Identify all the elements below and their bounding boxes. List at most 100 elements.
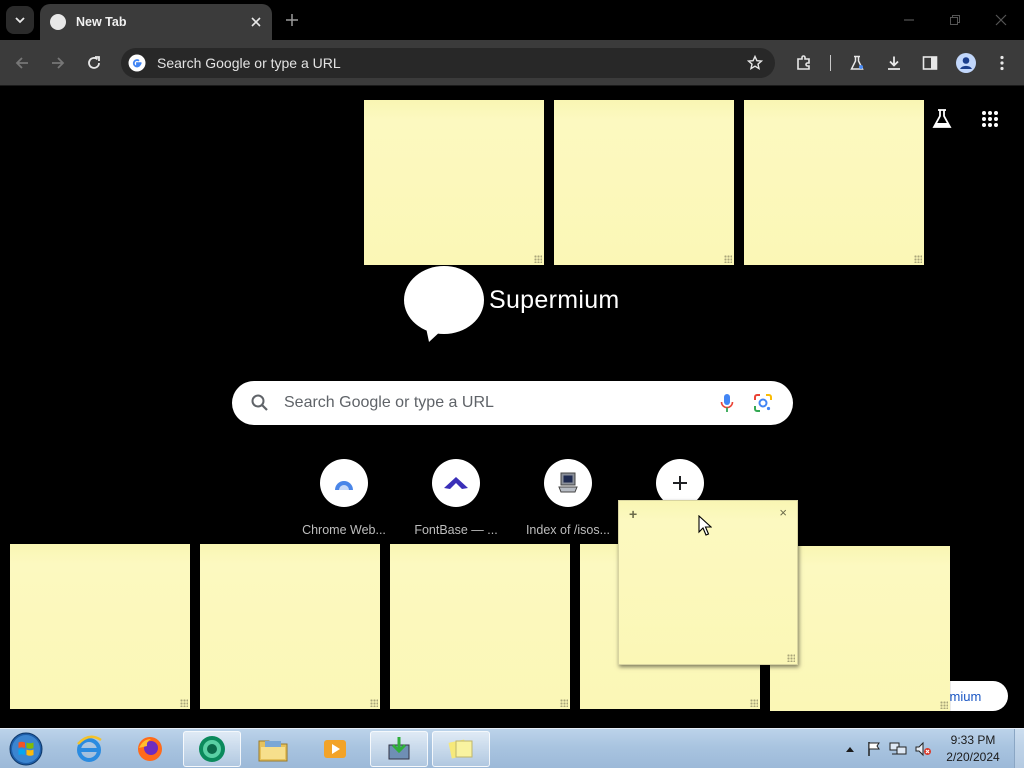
- windows-taskbar: 9:33 PM 2/20/2024: [0, 728, 1024, 768]
- taskbar-firefox[interactable]: [121, 731, 179, 767]
- flag-icon: [868, 742, 880, 756]
- taskbar-sticky-notes[interactable]: [432, 731, 490, 767]
- voice-search-button[interactable]: [715, 391, 739, 415]
- show-desktop-button[interactable]: [1014, 729, 1024, 768]
- resize-grip-icon[interactable]: [940, 701, 948, 709]
- folder-icon: [258, 740, 288, 762]
- internet-explorer-icon: [77, 735, 102, 762]
- close-icon: [995, 14, 1007, 26]
- extensions-button[interactable]: [790, 49, 818, 77]
- plus-icon: [673, 476, 687, 490]
- resize-grip-icon[interactable]: [560, 699, 568, 707]
- sticky-note[interactable]: [390, 544, 570, 709]
- shortcut-tile[interactable]: FontBase — ...: [400, 459, 512, 537]
- lens-search-button[interactable]: [751, 391, 775, 415]
- minimize-icon: [904, 19, 914, 21]
- tab-close-button[interactable]: [246, 12, 266, 32]
- shortcut-tile[interactable]: Index of /isos...: [512, 459, 624, 537]
- server-computer-icon: [558, 472, 578, 493]
- resize-grip-icon[interactable]: [724, 255, 732, 263]
- shortcut-label: Index of /isos...: [525, 523, 611, 537]
- show-hidden-icons-button[interactable]: [842, 729, 858, 768]
- network-icon: [889, 742, 907, 755]
- sticky-note[interactable]: [364, 100, 544, 265]
- tab-favicon-icon: [50, 14, 66, 30]
- puzzle-icon: [797, 55, 810, 70]
- arrow-right-icon: [52, 57, 65, 69]
- supermium-logo-icon: [404, 266, 484, 342]
- taskbar-installer[interactable]: [370, 731, 428, 767]
- taskbar-internet-explorer[interactable]: [60, 731, 118, 767]
- google-g-icon: [128, 54, 146, 72]
- shortcut-icon-circle: [320, 459, 368, 507]
- back-button[interactable]: [8, 49, 36, 77]
- search-icon: [251, 394, 268, 411]
- downloads-button[interactable]: [880, 49, 908, 77]
- close-window-button[interactable]: [987, 6, 1015, 34]
- reload-icon: [88, 56, 100, 69]
- action-center-tray[interactable]: [864, 729, 884, 768]
- restore-button[interactable]: [941, 6, 969, 34]
- new-tab-button[interactable]: [282, 10, 302, 30]
- flask-icon: [850, 55, 864, 70]
- search-box[interactable]: Search Google or type a URL: [232, 381, 793, 425]
- toolbar-separator: [830, 55, 831, 71]
- clock-time: 9:33 PM: [950, 733, 996, 747]
- side-panel-button[interactable]: [916, 49, 944, 77]
- media-player-icon: [324, 740, 346, 758]
- logo-text: Supermium: [489, 286, 620, 314]
- tab-search-button[interactable]: [6, 6, 34, 34]
- sticky-note[interactable]: [200, 544, 380, 709]
- sticky-notes-icon: [448, 739, 473, 759]
- minimize-button[interactable]: [895, 6, 923, 34]
- bookmark-star-button[interactable]: [743, 51, 767, 75]
- address-bar[interactable]: Search Google or type a URL: [121, 48, 775, 78]
- profile-button[interactable]: [952, 49, 980, 77]
- resize-grip-icon[interactable]: [180, 699, 188, 707]
- firefox-icon: [138, 737, 162, 761]
- resize-grip-icon[interactable]: [534, 255, 542, 263]
- taskbar-supermium[interactable]: [183, 731, 241, 767]
- reload-button[interactable]: [80, 49, 108, 77]
- tab-title: New Tab: [76, 15, 127, 29]
- google-apps-button[interactable]: [975, 104, 1005, 134]
- avatar-icon: [956, 53, 976, 73]
- labs-ntp-button[interactable]: [927, 104, 957, 134]
- start-button[interactable]: [6, 731, 46, 767]
- new-note-button[interactable]: +: [629, 506, 637, 522]
- delete-note-button[interactable]: ×: [779, 505, 787, 520]
- search-box-placeholder: Search Google or type a URL: [284, 394, 494, 411]
- menu-button[interactable]: [988, 49, 1016, 77]
- network-tray[interactable]: [888, 729, 908, 768]
- chevron-down-icon: [15, 17, 25, 24]
- chrome-web-store-icon: [335, 481, 353, 490]
- speaker-muted-icon: [915, 741, 931, 757]
- tab-new-tab[interactable]: New Tab: [40, 4, 272, 40]
- windows-start-orb-icon: [9, 732, 43, 766]
- shortcut-tile[interactable]: Chrome Web...: [288, 459, 400, 537]
- clock-date: 2/20/2024: [946, 750, 1000, 764]
- resize-grip-icon[interactable]: [750, 699, 758, 707]
- apps-grid-icon: [982, 111, 998, 127]
- plus-icon: [286, 14, 298, 26]
- triangle-up-icon: [846, 747, 854, 752]
- labs-button[interactable]: [843, 49, 871, 77]
- taskbar-media-player[interactable]: [306, 731, 364, 767]
- resize-grip-icon[interactable]: [914, 255, 922, 263]
- address-bar-text: Search Google or type a URL: [157, 55, 341, 71]
- sticky-note[interactable]: [10, 544, 190, 709]
- resize-grip-icon[interactable]: [370, 699, 378, 707]
- resize-grip-icon[interactable]: [787, 654, 795, 662]
- forward-button[interactable]: [44, 49, 72, 77]
- arrow-left-icon: [15, 57, 28, 69]
- restore-icon: [950, 15, 960, 25]
- microphone-icon: [720, 394, 734, 412]
- system-clock[interactable]: 9:33 PM 2/20/2024: [940, 732, 1006, 766]
- sticky-note[interactable]: [554, 100, 734, 265]
- tab-strip: New Tab: [0, 0, 1024, 40]
- taskbar-explorer[interactable]: [244, 731, 302, 767]
- volume-tray[interactable]: [913, 729, 933, 768]
- sticky-note[interactable]: [744, 100, 924, 265]
- fontbase-icon: [444, 477, 468, 489]
- shortcut-icon-circle: [544, 459, 592, 507]
